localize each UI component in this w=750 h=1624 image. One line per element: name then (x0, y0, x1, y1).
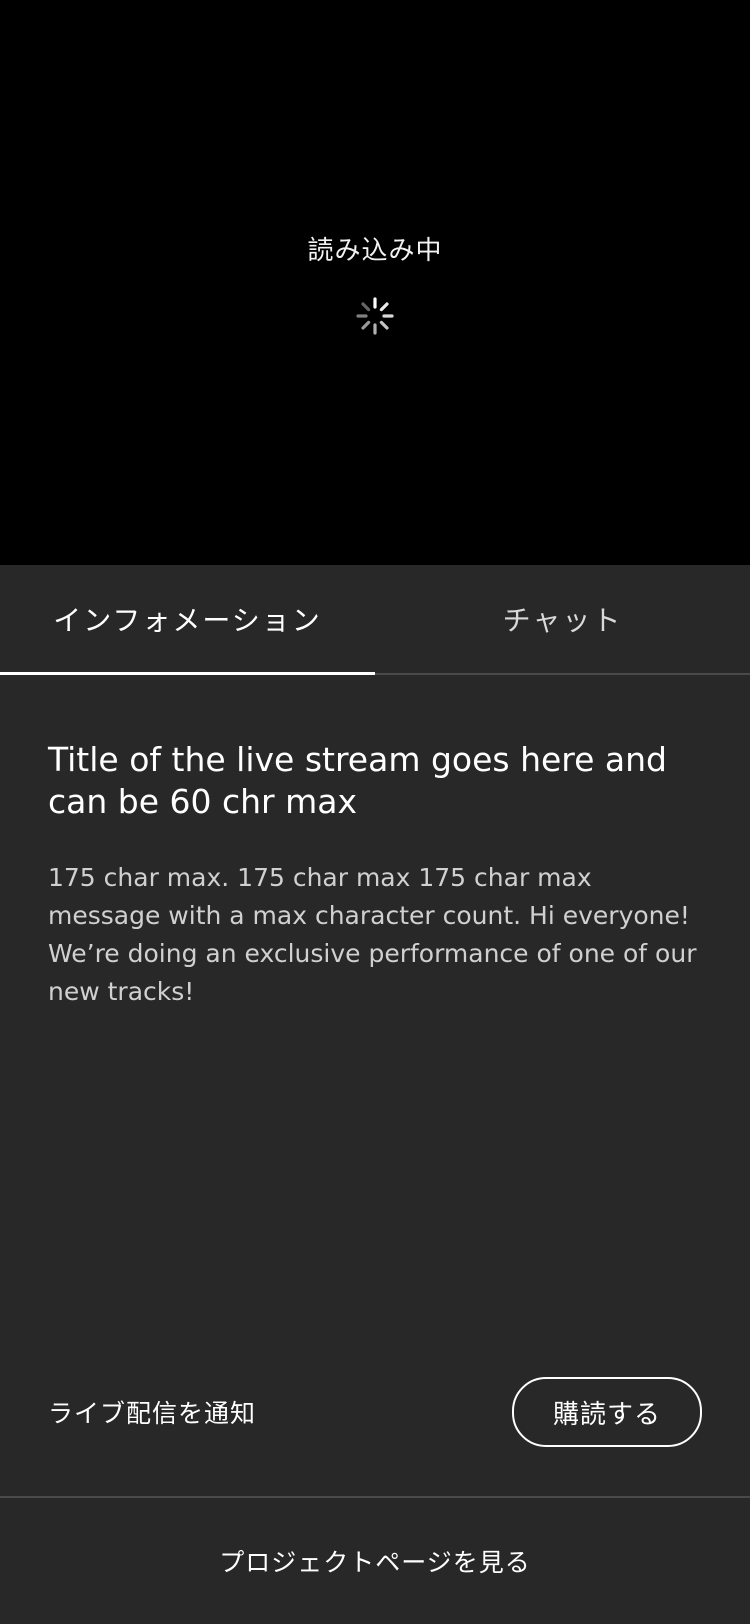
stream-description: 175 char max. 175 char max 175 char max … (48, 863, 697, 1006)
tab-information-label: インフォメーション (53, 604, 322, 637)
tab-chat[interactable]: チャット (375, 565, 750, 673)
stream-title: Title of the live stream goes here and c… (48, 740, 668, 821)
notify-label: ライブ配信を通知 (48, 1399, 257, 1428)
loading-text: 読み込み中 (307, 236, 443, 266)
notify-row: ライブ配信を通知 購読する (48, 1377, 702, 1447)
info-panel: インフォメーション チャット Title of the live stream … (0, 565, 750, 1624)
project-page-link[interactable]: プロジェクトページを見る (0, 1498, 750, 1624)
tab-bar: インフォメーション チャット (0, 565, 750, 675)
project-page-link-label: プロジェクトページを見る (219, 1548, 531, 1577)
tab-chat-label: チャット (502, 604, 623, 637)
subscribe-button-label: 購読する (552, 1399, 661, 1430)
loading-spinner-icon (356, 297, 394, 335)
video-player[interactable]: 読み込み中 (0, 0, 750, 565)
active-tab-indicator (0, 672, 375, 675)
stream-info: Title of the live stream goes here and c… (48, 739, 708, 1011)
subscribe-button[interactable]: 購読する (512, 1377, 702, 1447)
tab-information[interactable]: インフォメーション (0, 565, 375, 673)
